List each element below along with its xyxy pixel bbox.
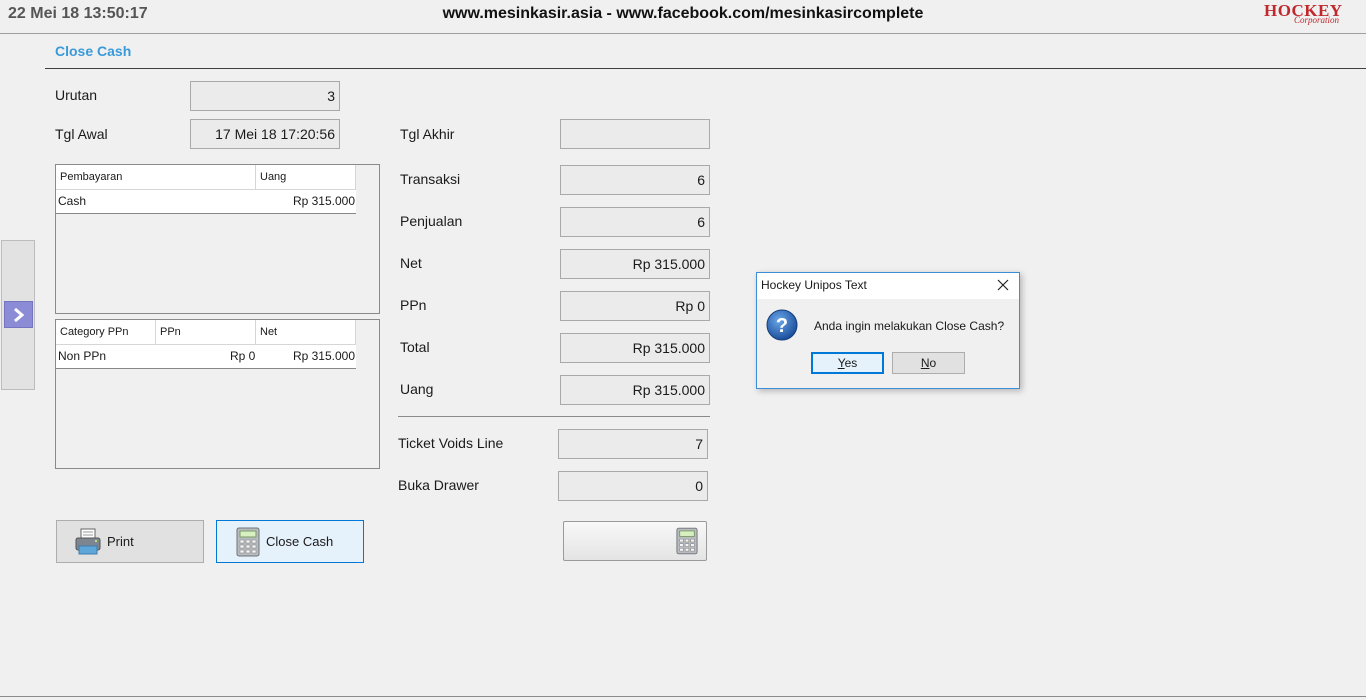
question-icon: ?: [766, 309, 798, 341]
ticket-voids-field[interactable]: 7: [558, 429, 708, 459]
cell-net: Rp 315.000: [292, 349, 355, 363]
ticket-voids-label: Ticket Voids Line: [398, 435, 504, 451]
section-divider: [398, 416, 710, 417]
tgl-awal-label: Tgl Awal: [55, 126, 108, 142]
column-header-category-ppn[interactable]: Category PPn: [56, 320, 156, 345]
column-header-net[interactable]: Net: [256, 320, 356, 345]
expand-sidebar-button[interactable]: [4, 301, 33, 328]
penjualan-field[interactable]: 6: [560, 207, 710, 237]
table-row[interactable]: Cash Rp 315.000: [56, 190, 356, 214]
total-label: Total: [400, 339, 430, 355]
column-header-uang[interactable]: Uang: [256, 165, 356, 190]
urutan-label: Urutan: [55, 87, 98, 103]
cell-uang: Rp 315.000: [292, 194, 355, 208]
yes-button-label: es: [844, 356, 858, 370]
calculator-button[interactable]: [563, 521, 707, 561]
uang-field[interactable]: Rp 315.000: [560, 375, 710, 405]
yes-button[interactable]: Yes: [811, 352, 884, 374]
website-banner: www.mesinkasir.asia - www.facebook.com/m…: [442, 5, 924, 22]
dialog-title: Hockey Unipos Text: [761, 278, 867, 292]
net-field[interactable]: Rp 315.000: [560, 249, 710, 279]
dialog-titlebar[interactable]: Hockey Unipos Text: [757, 273, 1019, 299]
close-icon[interactable]: [995, 277, 1011, 293]
buka-drawer-label: Buka Drawer: [398, 477, 479, 493]
tax-table[interactable]: Category PPn PPn Net Non PPn Rp 0 Rp 315…: [55, 319, 380, 469]
dialog-message: Anda ingin melakukan Close Cash?: [814, 319, 1005, 333]
transaksi-label: Transaksi: [400, 171, 461, 187]
tgl-awal-field[interactable]: 17 Mei 18 17:20:56: [190, 119, 340, 149]
calculator-icon: [236, 527, 260, 556]
logo-subtext: Corporation: [1294, 15, 1340, 25]
no-button-label: o: [929, 356, 937, 370]
title-divider: [45, 68, 1366, 69]
buka-drawer-field[interactable]: 0: [558, 471, 708, 501]
header-divider: [0, 33, 1366, 34]
net-label: Net: [400, 255, 422, 271]
page-title: Close Cash: [55, 43, 132, 59]
total-field[interactable]: Rp 315.000: [560, 333, 710, 363]
transaksi-field[interactable]: 6: [560, 165, 710, 195]
ppn-field[interactable]: Rp 0: [560, 291, 710, 321]
confirm-dialog[interactable]: Hockey Unipos Text ? Anda ingin melakuka…: [756, 272, 1020, 389]
tgl-akhir-label: Tgl Akhir: [400, 126, 455, 142]
urutan-field[interactable]: 3: [190, 81, 340, 111]
close-cash-button[interactable]: Close Cash: [216, 520, 364, 563]
ppn-label: PPn: [400, 297, 427, 313]
footer-divider: [0, 696, 1366, 697]
printer-icon: [75, 528, 101, 554]
tgl-akhir-field[interactable]: [560, 119, 710, 149]
brand-logo: HOCKEY Corporation: [1264, 1, 1362, 31]
cell-category: Non PPn: [58, 349, 107, 363]
payments-table[interactable]: Pembayaran Uang Cash Rp 315.000: [55, 164, 380, 314]
table-row[interactable]: Non PPn Rp 0 Rp 315.000: [56, 345, 356, 369]
svg-text:?: ?: [776, 315, 788, 337]
cell-pembayaran: Cash: [58, 194, 87, 208]
column-header-pembayaran[interactable]: Pembayaran: [56, 165, 256, 190]
calculator-icon: [676, 527, 698, 555]
close-cash-button-label: Close Cash: [266, 534, 334, 549]
chevron-right-icon: [13, 307, 24, 322]
print-button-label: Print: [107, 534, 134, 549]
yes-button-mnemonic: Y: [837, 356, 845, 370]
uang-label: Uang: [400, 381, 434, 397]
penjualan-label: Penjualan: [400, 213, 463, 229]
print-button[interactable]: Print: [56, 520, 204, 563]
cell-ppn: Rp 0: [230, 349, 256, 363]
no-button[interactable]: No: [892, 352, 965, 374]
column-header-ppn[interactable]: PPn: [156, 320, 256, 345]
